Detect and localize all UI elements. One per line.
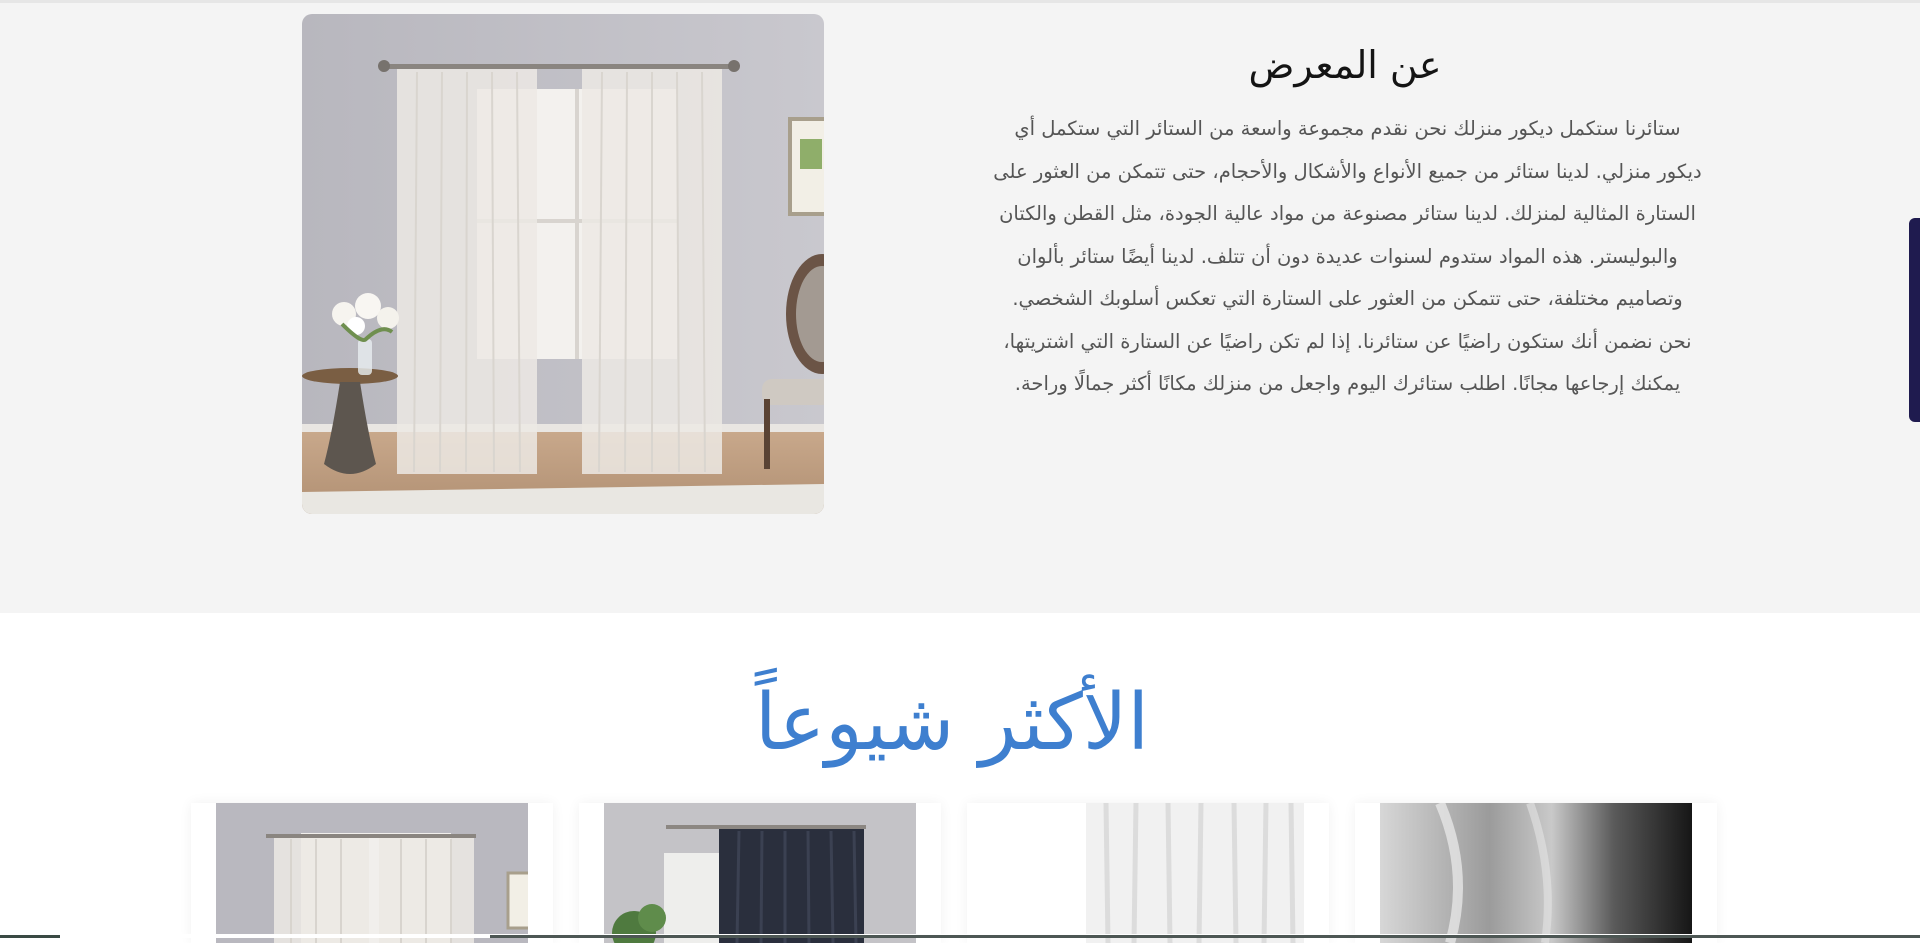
scrollbar-thumb[interactable]: [1909, 218, 1920, 422]
white-voile-curtain-photo-icon: [1086, 803, 1304, 943]
about-line: ديكور منزلي. لدينا ستائر من جميع الأنواع…: [993, 159, 1702, 183]
sheer-curtain-room-photo-icon: [302, 14, 824, 514]
product-image[interactable]: [216, 803, 528, 943]
popular-section-title: الأكثر شيوعاً: [754, 678, 1150, 768]
product-image[interactable]: [1380, 803, 1692, 943]
about-line: والبوليستر. هذه المواد ستدوم لسنوات عديد…: [1017, 244, 1678, 268]
about-image: [302, 14, 824, 514]
about-line: نحن نضمن أنك ستكون راضيًا عن ستائرنا. إذ…: [1003, 329, 1692, 353]
about-line: الستارة المثالية لمنزلك. لدينا ستائر مصن…: [999, 202, 1696, 225]
product-image[interactable]: [1086, 803, 1304, 943]
product-card[interactable]: [191, 803, 553, 943]
about-line: ستائرنا ستكمل ديكور منزلك نحن نقدم مجموع…: [1014, 117, 1681, 140]
about-line: يمكنك إرجاعها مجانًا. اطلب ستائرك اليوم …: [1014, 372, 1681, 395]
about-section: عن المعرض ستائرنا ستكمل ديكور منزلك نحن …: [0, 3, 1920, 613]
sheer-white-curtain-photo-icon: [216, 803, 528, 943]
about-line: وتصاميم مختلفة، حتى تتمكن من العثور على …: [1012, 287, 1683, 310]
product-image[interactable]: [604, 803, 916, 943]
product-card[interactable]: [1355, 803, 1717, 943]
product-card[interactable]: [967, 803, 1329, 943]
product-card[interactable]: [579, 803, 941, 943]
dark-navy-blackout-curtain-photo-icon: [604, 803, 916, 943]
about-paragraph: ستائرنا ستكمل ديكور منزلك نحن نقدم مجموع…: [960, 108, 1735, 406]
grey-linen-curtain-photo-icon: [1380, 803, 1692, 943]
about-title: عن المعرض: [1248, 43, 1442, 87]
